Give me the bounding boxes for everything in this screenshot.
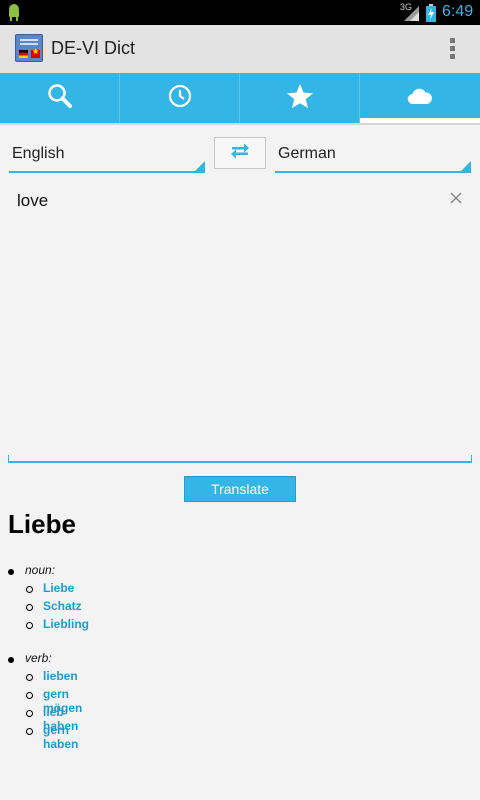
android-notification-icon — [6, 3, 22, 26]
signal-strength-icon — [404, 5, 420, 26]
meaning-link[interactable]: Liebling — [43, 617, 89, 631]
source-language-label: English — [12, 145, 65, 162]
circle-bullet-icon — [26, 710, 33, 717]
tab-online-translate[interactable] — [360, 73, 480, 123]
circle-bullet-icon — [26, 674, 33, 681]
battery-charging-icon — [426, 4, 436, 27]
favorites-star-icon — [286, 83, 314, 114]
history-clock-icon — [168, 84, 192, 113]
part-of-speech-label: verb: — [25, 651, 52, 665]
translation-input-field[interactable]: love — [8, 180, 472, 463]
status-clock: 6:49 — [442, 3, 474, 20]
meaning-link[interactable]: lieben — [43, 669, 78, 683]
app-logo-icon[interactable] — [15, 34, 43, 62]
tab-bar — [0, 73, 480, 123]
circle-bullet-icon — [26, 728, 33, 735]
tab-history[interactable] — [120, 73, 240, 123]
search-icon — [47, 83, 73, 114]
circle-bullet-icon — [26, 604, 33, 611]
part-of-speech-label: noun: — [25, 563, 56, 577]
meaning-link[interactable]: Liebe — [43, 581, 74, 595]
swap-arrows-icon — [230, 141, 250, 166]
overflow-menu-icon[interactable] — [444, 36, 460, 64]
meaning-link[interactable]: gern haben — [43, 723, 78, 751]
meaning-link[interactable]: Schatz — [43, 599, 82, 613]
swap-languages-button[interactable] — [214, 137, 266, 169]
tab-favorites[interactable] — [240, 73, 360, 123]
tab-search[interactable] — [0, 73, 120, 123]
source-language-spinner[interactable]: English — [9, 139, 205, 173]
action-bar: DE-VI Dict — [0, 25, 480, 73]
target-language-spinner[interactable]: German — [275, 139, 471, 173]
dropdown-corner-icon — [195, 161, 205, 171]
target-language-label: German — [278, 145, 336, 162]
input-text: love — [17, 191, 49, 210]
translate-button[interactable]: Translate — [184, 476, 296, 502]
circle-bullet-icon — [26, 622, 33, 629]
result-headword: Liebe — [8, 509, 76, 539]
status-bar: 3G 6:49 — [0, 0, 480, 25]
dropdown-corner-icon — [461, 161, 471, 171]
cloud-icon — [407, 87, 433, 110]
circle-bullet-icon — [26, 586, 33, 593]
bullet-icon — [8, 569, 14, 575]
app-title: DE-VI Dict — [51, 38, 136, 58]
clear-icon[interactable] — [449, 191, 465, 207]
tab-bar-divider — [0, 123, 480, 125]
circle-bullet-icon — [26, 692, 33, 699]
bullet-icon — [8, 657, 14, 663]
